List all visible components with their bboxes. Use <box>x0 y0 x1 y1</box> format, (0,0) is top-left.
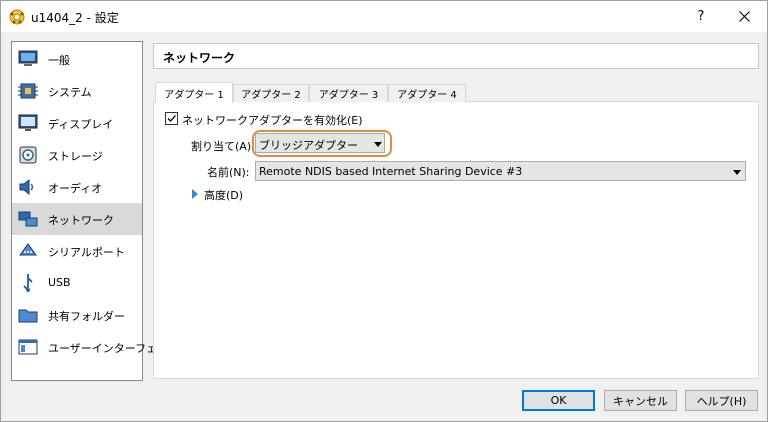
sidebar-item-display[interactable]: ディスプレイ <box>12 107 142 139</box>
sidebar-item-serial-ports[interactable]: シリアルポート <box>12 235 142 267</box>
tab-adapter-3[interactable]: アダプター 3 <box>309 84 388 102</box>
adapter-name-label: 名前(N): <box>207 166 250 179</box>
sidebar-item-label: 共有フォルダー <box>48 310 125 323</box>
tab-adapter-2[interactable]: アダプター 2 <box>233 84 309 102</box>
sidebar-item-label: シリアルポート <box>48 246 125 259</box>
page-title: ネットワーク <box>163 51 236 65</box>
expand-arrow-icon[interactable] <box>192 189 198 199</box>
sidebar-item-network[interactable]: ネットワーク <box>12 203 142 235</box>
sidebar-item-label: オーディオ <box>48 182 103 195</box>
sidebar-item-system[interactable]: システム <box>12 75 142 107</box>
cancel-button[interactable]: キャンセル <box>604 390 677 411</box>
chevron-down-icon <box>374 142 382 147</box>
tab-adapter-1[interactable]: アダプター 1 <box>155 82 233 103</box>
sidebar-item-label: システム <box>48 86 92 99</box>
sidebar-item-label: 一般 <box>48 54 70 67</box>
serial-port-icon <box>19 243 37 256</box>
sidebar-item-usb[interactable]: USB <box>12 267 142 299</box>
adapter-name-select[interactable]: Remote NDIS based Internet Sharing Devic… <box>255 161 746 181</box>
display-icon <box>18 114 38 131</box>
enable-adapter-checkbox[interactable] <box>165 112 178 125</box>
ok-button[interactable]: OK <box>522 390 595 411</box>
checkmark-icon <box>167 115 176 122</box>
disk-icon <box>19 146 37 164</box>
usb-icon <box>23 274 33 292</box>
close-icon <box>738 11 750 22</box>
window-title: u1404_2 - 設定 <box>31 11 119 25</box>
attached-to-select[interactable]: ブリッジアダプター <box>255 133 385 153</box>
help-button[interactable]: ヘルプ(H) <box>685 390 758 411</box>
sidebar-item-user-interface[interactable]: ユーザーインターフェース <box>12 331 179 363</box>
folder-icon <box>18 309 38 323</box>
attached-to-value: ブリッジアダプター <box>259 139 358 152</box>
ui-icon <box>18 339 38 355</box>
enable-adapter-label[interactable]: ネットワークアダプターを有効化(E) <box>182 112 363 128</box>
monitor-icon <box>18 50 38 66</box>
network-icon <box>18 211 38 227</box>
sidebar-item-label: ストレージ <box>48 150 103 163</box>
tab-adapter-4[interactable]: アダプター 4 <box>388 84 466 102</box>
close-button[interactable] <box>721 1 767 32</box>
sidebar-item-label: ネットワーク <box>48 214 114 227</box>
title-bar: u1404_2 - 設定 ? <box>1 1 767 32</box>
attached-to-label: 割り当て(A): <box>191 140 255 153</box>
sidebar-item-audio[interactable]: オーディオ <box>12 171 142 203</box>
chevron-down-icon <box>733 170 741 175</box>
sidebar-item-label: ディスプレイ <box>48 118 114 131</box>
settings-window: u1404_2 - 設定 ? 一般 システム ディスプレイ ストレージ オーディ… <box>0 0 768 422</box>
sidebar-item-general[interactable]: 一般 <box>12 43 142 75</box>
page-header: ネットワーク <box>153 43 759 69</box>
help-title-button[interactable]: ? <box>681 1 721 32</box>
virtualbox-app-icon <box>9 9 25 25</box>
sidebar-item-storage[interactable]: ストレージ <box>12 139 142 171</box>
sidebar-item-label: USB <box>48 276 71 289</box>
advanced-toggle[interactable]: 高度(D) <box>204 187 243 203</box>
chip-icon <box>18 83 38 99</box>
sidebar-item-shared-folders[interactable]: 共有フォルダー <box>12 299 142 331</box>
speaker-icon <box>19 178 34 196</box>
adapter-name-value: Remote NDIS based Internet Sharing Devic… <box>259 165 523 178</box>
settings-sidebar: 一般 システム ディスプレイ ストレージ オーディオ ネットワーク シリアルポー… <box>11 41 179 381</box>
